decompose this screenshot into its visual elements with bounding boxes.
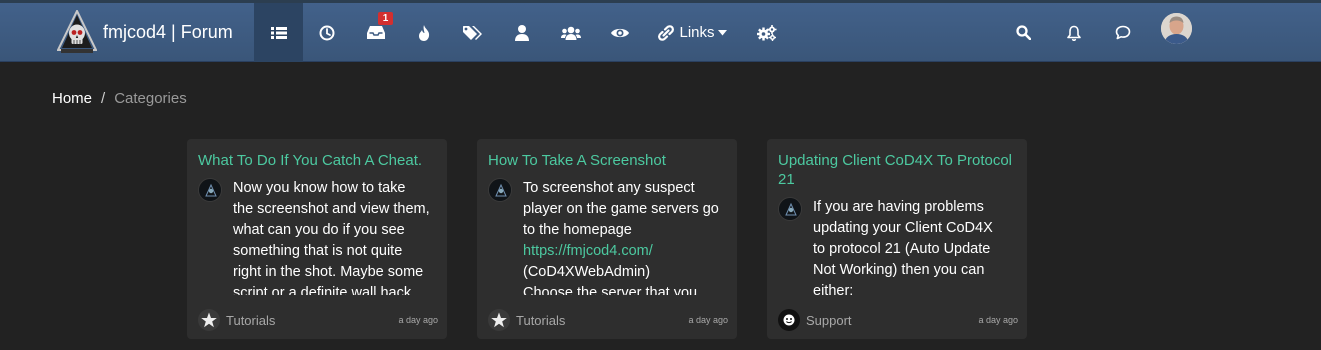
category-link[interactable]: Tutorials bbox=[516, 313, 565, 328]
post-timestamp: a day ago bbox=[688, 315, 728, 325]
card-footer: Support a day ago bbox=[778, 309, 1018, 331]
nav-groups[interactable] bbox=[547, 3, 595, 62]
nav-chats[interactable] bbox=[1100, 3, 1146, 62]
nav-tags[interactable] bbox=[450, 3, 496, 62]
group-icon bbox=[561, 26, 581, 40]
post-timestamp: a day ago bbox=[978, 315, 1018, 325]
tags-icon bbox=[463, 25, 483, 41]
star-icon bbox=[198, 309, 220, 331]
nav-admin[interactable] bbox=[744, 3, 790, 62]
card-footer: Tutorials a day ago bbox=[488, 309, 728, 331]
card-footer: Tutorials a day ago bbox=[198, 309, 438, 331]
nav-recent[interactable] bbox=[305, 3, 349, 62]
nav-users[interactable] bbox=[500, 3, 544, 62]
unread-count-badge: 1 bbox=[378, 12, 393, 25]
link-icon bbox=[658, 24, 675, 41]
breadcrumb: Home / Categories bbox=[52, 90, 187, 107]
category-link[interactable]: Tutorials bbox=[226, 313, 275, 328]
teaser-line: To screenshot any suspect bbox=[523, 180, 695, 196]
breadcrumb-current: Categories bbox=[114, 90, 187, 107]
teaser-line: what can you do if you see bbox=[233, 222, 405, 238]
inbox-icon bbox=[367, 25, 385, 40]
breadcrumb-home-link[interactable]: Home bbox=[52, 90, 92, 107]
support-icon bbox=[778, 309, 800, 331]
star-icon bbox=[488, 309, 510, 331]
teaser-line: something that is not quite bbox=[233, 243, 403, 259]
category-link[interactable]: Support bbox=[806, 313, 852, 328]
skull-logo-icon bbox=[57, 9, 97, 55]
teaser-line: If you are having problems bbox=[813, 199, 984, 215]
teaser-line: to the homepage bbox=[523, 222, 632, 238]
teaser-line: updating your Client CoD4X bbox=[813, 220, 993, 236]
teaser-line: the screenshot and view them, bbox=[233, 201, 430, 217]
nav-search[interactable] bbox=[1000, 3, 1046, 62]
topic-title-link[interactable]: Updating Client CoD4X To Protocol 21 bbox=[778, 151, 1023, 189]
breadcrumb-separator: / bbox=[101, 90, 106, 107]
teaser-line: player on the game servers go bbox=[523, 201, 719, 217]
bell-icon bbox=[1067, 25, 1081, 41]
teaser-line: right in the shot. Maybe some bbox=[233, 264, 424, 280]
teaser-line: Choose the server that you bbox=[523, 285, 698, 295]
nav-watched[interactable] bbox=[597, 3, 643, 62]
topic-card[interactable]: Updating Client CoD4X To Protocol 21 If … bbox=[767, 139, 1027, 339]
user-icon bbox=[515, 24, 529, 41]
eye-icon bbox=[611, 27, 629, 39]
nav-notifications[interactable] bbox=[1052, 3, 1096, 62]
teaser-line: Now you know how to take bbox=[233, 180, 406, 196]
nav-popular[interactable] bbox=[403, 3, 445, 62]
poster-avatar[interactable] bbox=[488, 178, 512, 202]
search-icon bbox=[1015, 25, 1031, 40]
caret-down-icon bbox=[717, 29, 727, 36]
homepage-link[interactable]: https://fmjcod4.com/ bbox=[523, 243, 653, 259]
teaser-line: (CoD4XWebAdmin) bbox=[523, 264, 651, 280]
forum-title: fmjcod4 | Forum bbox=[103, 21, 233, 42]
cogs-icon bbox=[757, 24, 777, 41]
comment-icon bbox=[1115, 25, 1131, 40]
top-navbar: fmjcod4 | Forum 1 Links bbox=[0, 3, 1321, 62]
teaser-line: to protocol 21 (Auto Update bbox=[813, 241, 991, 257]
list-icon bbox=[270, 26, 287, 40]
nav-categories[interactable] bbox=[254, 3, 303, 62]
poster-avatar[interactable] bbox=[198, 178, 222, 202]
poster-avatar[interactable] bbox=[778, 197, 802, 221]
post-timestamp: a day ago bbox=[398, 315, 438, 325]
nav-unread[interactable]: 1 bbox=[353, 3, 399, 62]
user-avatar[interactable] bbox=[1161, 13, 1192, 44]
nav-links-dropdown[interactable]: Links bbox=[650, 3, 735, 62]
topic-teaser: If you are having problems updating your… bbox=[813, 197, 1013, 295]
links-label: Links bbox=[679, 24, 715, 41]
fire-icon bbox=[418, 24, 430, 41]
teaser-line: either: bbox=[813, 283, 854, 295]
topic-title-link[interactable]: What To Do If You Catch A Cheat. bbox=[198, 151, 443, 170]
brand[interactable]: fmjcod4 | Forum bbox=[57, 9, 233, 55]
topic-title-link[interactable]: How To Take A Screenshot bbox=[488, 151, 733, 170]
topic-card[interactable]: What To Do If You Catch A Cheat. Now you… bbox=[187, 139, 447, 339]
topic-teaser: Now you know how to take the screenshot … bbox=[233, 178, 433, 295]
teaser-line: Not Working) then you can bbox=[813, 262, 985, 278]
teaser-line: script or a definite wall hack bbox=[233, 285, 412, 295]
topic-teaser: To screenshot any suspect player on the … bbox=[523, 178, 723, 295]
clock-icon bbox=[319, 25, 335, 41]
topic-card[interactable]: How To Take A Screenshot To screenshot a… bbox=[477, 139, 737, 339]
